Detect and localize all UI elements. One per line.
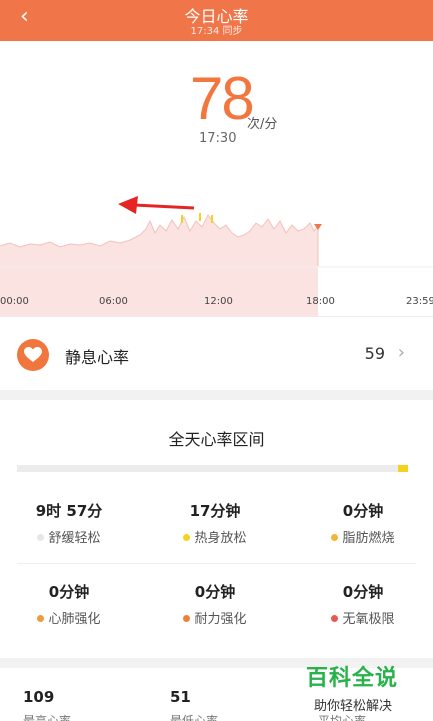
min-heart-rate-value: 51 <box>170 688 191 706</box>
current-bpm: 78 <box>190 65 255 132</box>
watermark-title: 百科全说 <box>306 666 399 691</box>
heart-rate-area <box>0 215 318 316</box>
zone-item: 17分钟 热身放松 <box>150 500 280 546</box>
heart-rate-card: 78 次/分 17:30 00:00 06:00 12:00 18:00 23:… <box>0 41 433 316</box>
zone-item: 0分钟 耐力强化 <box>150 581 280 627</box>
zones-title: 全天心率区间 <box>168 430 265 449</box>
annotation-arrow-shaft <box>133 203 195 210</box>
zone-item: 0分钟 心肺强化 <box>4 581 134 627</box>
zone-bar-segment <box>398 465 408 472</box>
bpm-time: 17:30 <box>199 131 237 146</box>
x-tick: 12:00 <box>204 296 233 307</box>
resting-value: 59 <box>364 344 385 363</box>
dot-icon <box>37 534 45 541</box>
zone-item: 9时 57分 舒缓轻松 <box>35 502 103 546</box>
sync-status: 17:34 同步 <box>190 26 243 37</box>
bpm-unit: 次/分 <box>247 117 278 132</box>
dot-icon <box>331 534 339 541</box>
heart-rate-zones-card: 全天心率区间 9时 57分 舒缓轻松 17分钟 热身放松 0分钟 脂肪燃烧 0分… <box>0 400 433 658</box>
heart-rate-chart[interactable] <box>0 171 433 316</box>
chevron-right-icon: › <box>397 342 405 363</box>
x-tick: 23:59 <box>406 296 433 307</box>
max-heart-rate-value: 109 <box>23 688 55 706</box>
max-heart-rate-label: 最高心率 <box>23 714 72 721</box>
divider <box>17 563 416 564</box>
x-tick: 18:00 <box>306 296 335 307</box>
watermark: 百科全说 助你轻松解决 <box>306 660 428 714</box>
x-tick: 00:00 <box>0 296 29 307</box>
x-tick: 06:00 <box>99 296 128 307</box>
watermark-subtitle: 助你轻松解决 <box>314 699 393 714</box>
resting-heart-rate-row[interactable]: 静息心率 59 › <box>0 316 433 390</box>
heart-icon <box>17 339 49 371</box>
resting-label: 静息心率 <box>65 348 130 367</box>
zones-progress-bar <box>17 465 408 472</box>
app-header: ‹ 今日心率 17:34 同步 <box>0 0 433 41</box>
dot-icon <box>183 615 191 622</box>
dot-icon <box>331 615 339 622</box>
dot-icon <box>37 615 45 622</box>
zone-item: 0分钟 无氧极限 <box>298 581 428 627</box>
dot-icon <box>183 534 191 541</box>
annotation-arrow-head <box>118 196 138 214</box>
min-heart-rate-label: 最低心率 <box>170 714 219 721</box>
zone-item: 0分钟 脂肪燃烧 <box>298 500 428 546</box>
